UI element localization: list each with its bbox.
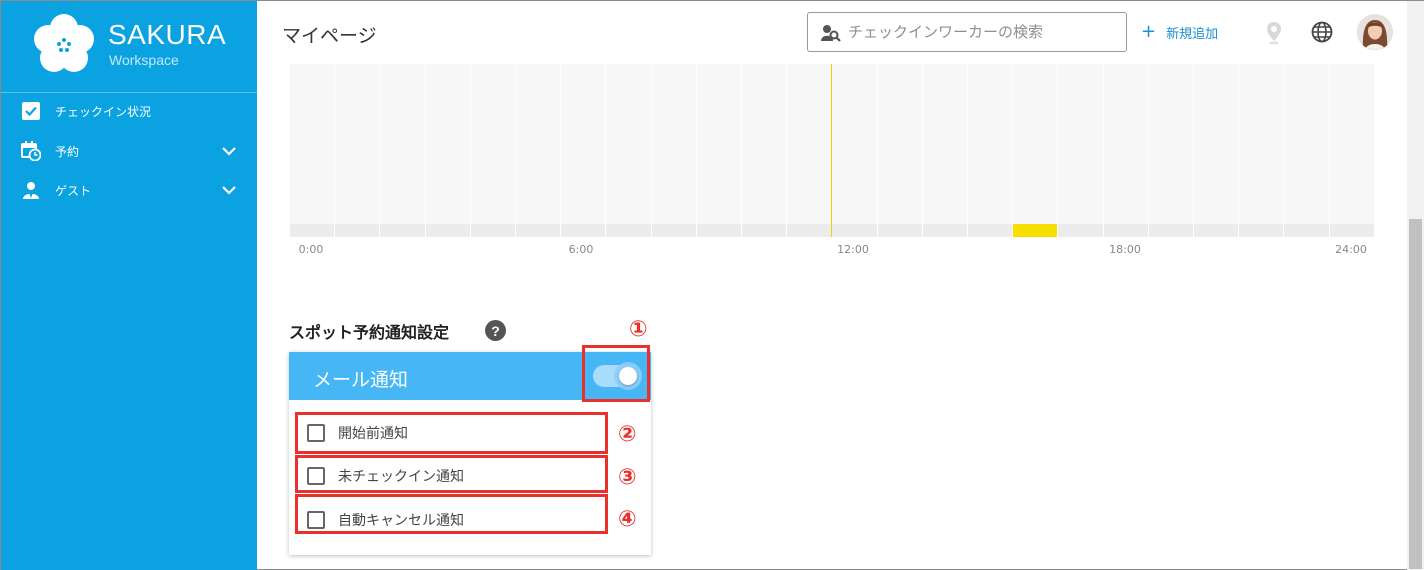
tick-label: 18:00 xyxy=(1109,243,1141,256)
timeline-hour-cell xyxy=(379,64,425,224)
timeline-hour-cell xyxy=(605,64,651,224)
timeline-hour-base xyxy=(1057,224,1103,237)
timeline-hour-cell xyxy=(741,64,787,224)
timeline-hour-base xyxy=(876,224,922,237)
scrollbar-thumb[interactable] xyxy=(1409,219,1422,569)
timeline-hour-base xyxy=(1238,224,1284,237)
guest-icon xyxy=(21,180,41,200)
timeline-hour-base xyxy=(786,224,832,237)
sidebar-item-label: ゲスト xyxy=(55,183,92,198)
avatar[interactable] xyxy=(1357,14,1393,50)
timeline-hour-cell xyxy=(1193,64,1239,224)
timeline-hour-cell xyxy=(1102,64,1148,224)
timeline-hour-cell xyxy=(650,64,696,224)
timeline-hour-base xyxy=(379,224,425,237)
sidebar-item-guest[interactable]: ゲスト xyxy=(1,172,257,208)
timeline-hour-base xyxy=(921,224,968,237)
section-title: スポット予約通知設定 xyxy=(289,323,450,342)
search-box[interactable] xyxy=(807,12,1127,52)
timeline-hour-cell xyxy=(289,64,335,224)
timeline-hour-cell xyxy=(424,64,470,224)
annotation-box-4 xyxy=(295,494,608,534)
sidebar: SAKURA Workspace チェックイン状況 予約 ゲスト xyxy=(1,1,257,570)
timeline-hour-cell xyxy=(1057,64,1103,224)
annotation-box-3 xyxy=(295,455,608,493)
timeline-hour-cell xyxy=(695,64,742,224)
timeline-hour-base xyxy=(831,224,877,237)
booked-slot xyxy=(1013,224,1057,237)
timeline-hour-base xyxy=(560,224,606,237)
timeline-axis: 0:00 6:00 12:00 18:00 24:00 xyxy=(289,243,1374,259)
annotation-number-3: ③ xyxy=(618,465,637,490)
search-input[interactable] xyxy=(848,21,1118,43)
timeline-hour-base xyxy=(695,224,742,237)
timeline-hour-base xyxy=(1328,224,1374,237)
annotation-box-1 xyxy=(582,345,650,402)
tick-label: 6:00 xyxy=(568,243,594,256)
page-title: マイページ xyxy=(282,25,377,47)
timeline-hour-base xyxy=(424,224,470,237)
timeline-hour-cell xyxy=(560,64,606,224)
timeline-chart xyxy=(289,64,1374,237)
help-icon[interactable]: ? xyxy=(485,320,506,341)
timeline-hour-cell xyxy=(831,64,877,224)
globe-icon[interactable] xyxy=(1311,21,1333,43)
timeline-hour-cell xyxy=(1283,64,1329,224)
timeline-hour-base xyxy=(515,224,561,237)
timeline-hour-base xyxy=(469,224,516,237)
annotation-number-2: ② xyxy=(618,422,637,447)
timeline-hour-cell xyxy=(515,64,561,224)
brand-subtitle: Workspace xyxy=(109,52,179,68)
annotation-box-2 xyxy=(295,412,608,454)
timeline-hour-base xyxy=(650,224,696,237)
add-new-button[interactable]: + 新規追加 xyxy=(1141,21,1218,43)
timeline-hour-cell xyxy=(786,64,832,224)
chevron-down-icon xyxy=(222,186,236,195)
add-new-label: 新規追加 xyxy=(1166,26,1219,42)
timeline-hour-base xyxy=(289,224,335,237)
card-title: メール通知 xyxy=(313,369,409,391)
timeline-hour-cell xyxy=(1238,64,1284,224)
timeline-hour-cell xyxy=(1328,64,1374,224)
timeline-hour-base xyxy=(605,224,651,237)
timeline-hour-base xyxy=(967,224,1013,237)
user-search-icon xyxy=(821,25,841,42)
timeline-hour-cell xyxy=(469,64,516,224)
sidebar-item-label: 予約 xyxy=(55,144,80,159)
brand: SAKURA Workspace xyxy=(1,1,257,93)
tick-label: 12:00 xyxy=(837,243,869,256)
location-pin-icon[interactable] xyxy=(1265,21,1283,45)
timeline-hour-cell xyxy=(876,64,922,224)
timeline-hour-base xyxy=(1193,224,1239,237)
timeline-hour-base xyxy=(741,224,787,237)
annotation-number-4: ④ xyxy=(618,507,637,532)
timeline-hour-cell xyxy=(967,64,1013,224)
timeline-hour-base xyxy=(1102,224,1148,237)
sidebar-item-reservation[interactable]: 予約 xyxy=(1,133,257,169)
tick-label: 24:00 xyxy=(1335,243,1367,256)
plus-icon: + xyxy=(1141,21,1157,42)
timeline-hour-base xyxy=(1147,224,1194,237)
sidebar-item-label: チェックイン状況 xyxy=(55,104,152,119)
sakura-logo-icon xyxy=(34,14,94,72)
current-time-marker xyxy=(831,64,832,237)
timeline-hour-base xyxy=(334,224,380,237)
calendar-clock-icon xyxy=(21,141,41,161)
sidebar-item-checkin-status[interactable]: チェックイン状況 xyxy=(1,93,257,129)
timeline-hour-cell xyxy=(1012,64,1058,224)
timeline-hour-base xyxy=(1283,224,1329,237)
annotation-number-1: ① xyxy=(629,317,648,342)
timeline-hour-cell xyxy=(921,64,968,224)
brand-name: SAKURA xyxy=(108,19,227,50)
tick-label: 0:00 xyxy=(298,243,324,256)
timeline-hour-cell xyxy=(334,64,380,224)
checkbox-icon xyxy=(21,101,41,121)
timeline-hour-cell xyxy=(1147,64,1194,224)
chevron-down-icon xyxy=(222,147,236,156)
